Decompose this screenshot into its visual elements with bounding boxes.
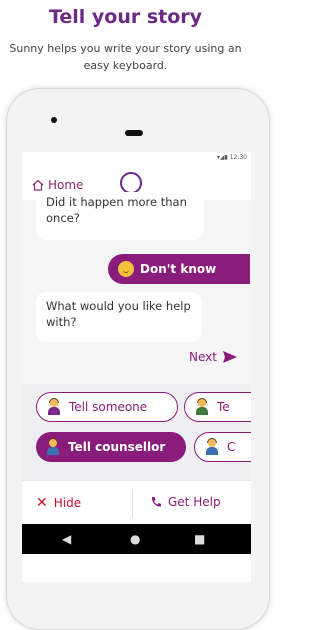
- option-chip[interactable]: Te: [184, 392, 251, 422]
- option-chip[interactable]: C: [194, 432, 251, 462]
- system-nav-bar: ◀ ● ■: [22, 524, 251, 554]
- option-label: Te: [217, 400, 230, 414]
- option-chip[interactable]: Tell counsellor: [36, 432, 186, 462]
- next-label: Next: [189, 350, 217, 364]
- reply-options: Tell someone Te Tell counsellor C: [22, 384, 251, 480]
- sunny-avatar: [120, 172, 142, 194]
- bot-message: What would you like help with?: [36, 292, 202, 342]
- home-icon: [32, 179, 44, 191]
- option-chip[interactable]: Tell someone: [36, 392, 178, 422]
- next-button[interactable]: Next: [189, 350, 237, 364]
- option-label: Tell someone: [69, 400, 148, 414]
- bot-message: Did it happen more than once?: [36, 192, 204, 240]
- bottom-nav: ✕ Hide Get Help: [22, 480, 251, 525]
- home-label: Home: [48, 178, 84, 192]
- person-icon: [195, 398, 209, 415]
- get-help-label: Get Help: [168, 495, 221, 509]
- hide-button[interactable]: ✕ Hide: [36, 495, 81, 511]
- home-button[interactable]: Home: [32, 178, 83, 192]
- close-icon: ✕: [36, 495, 48, 511]
- home-circle-icon[interactable]: ●: [130, 532, 140, 546]
- person-icon: [47, 398, 61, 415]
- user-reply-text: Don't know: [140, 262, 217, 276]
- user-reply-bubble: Don't know: [108, 254, 250, 284]
- phone-icon: [151, 497, 161, 507]
- phone-speaker: [125, 130, 143, 136]
- page-subline: Sunny helps you write your story using a…: [9, 42, 242, 72]
- person-icon: [205, 438, 219, 455]
- send-icon: [223, 351, 237, 363]
- hide-label: Hide: [53, 496, 82, 510]
- phone-screen: ▾◢▮ 12:30 Home Did it happen more than o…: [22, 152, 251, 582]
- camera-dot: [51, 117, 57, 123]
- signal-icon: ▾◢▮: [216, 154, 230, 161]
- recents-icon[interactable]: ■: [194, 532, 205, 546]
- status-time: 12:30: [229, 154, 247, 161]
- option-label: Tell counsellor: [68, 440, 166, 454]
- get-help-button[interactable]: Get Help: [150, 495, 221, 509]
- status-bar: ▾◢▮ 12:30: [22, 152, 251, 164]
- option-label: C: [227, 440, 236, 454]
- back-icon[interactable]: ◀: [62, 532, 71, 546]
- person-icon: [46, 438, 60, 455]
- nav-divider: [132, 489, 133, 517]
- thinking-face-icon: [118, 261, 134, 277]
- page-headline: Tell your story: [48, 6, 203, 28]
